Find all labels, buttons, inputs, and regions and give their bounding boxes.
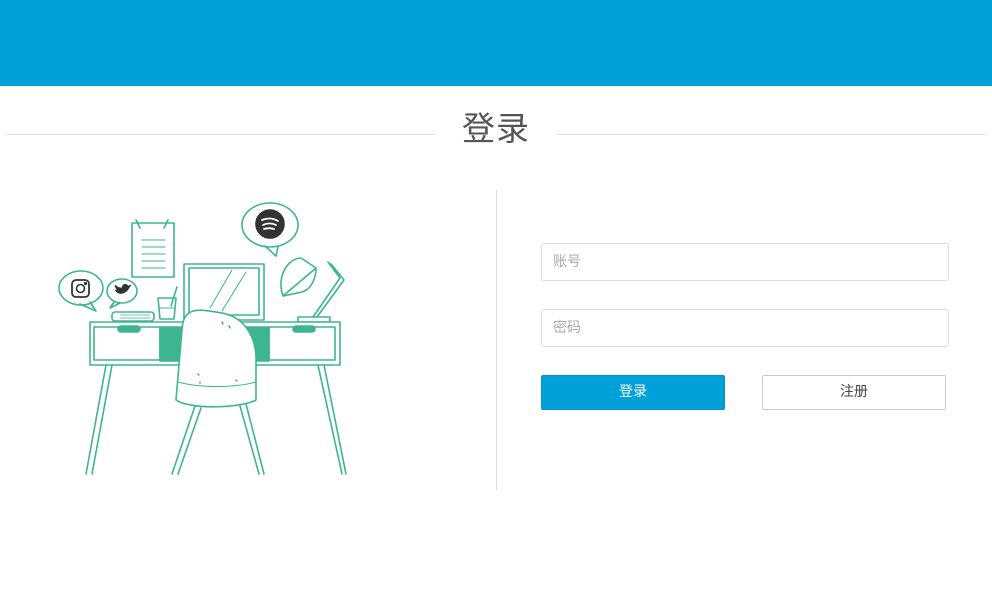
login-button[interactable]: 登录	[541, 375, 725, 410]
register-button[interactable]: 注册	[762, 375, 946, 410]
password-input[interactable]	[541, 309, 949, 347]
title-row: 登录	[0, 104, 992, 156]
spotify-icon	[241, 202, 299, 257]
title-divider-right	[556, 134, 986, 135]
page-title: 登录	[462, 109, 530, 148]
instagram-icon	[58, 270, 104, 312]
desk-illustration	[58, 202, 347, 475]
account-input[interactable]	[541, 243, 949, 281]
vertical-divider	[496, 190, 497, 490]
books-icon	[111, 311, 155, 322]
title-divider-left	[6, 134, 436, 135]
chair-icon	[171, 309, 265, 475]
cup-icon	[157, 286, 178, 320]
notepad-icon	[131, 219, 175, 278]
lamp-icon	[280, 257, 345, 323]
twitter-icon	[106, 278, 138, 309]
top-banner	[0, 0, 992, 86]
